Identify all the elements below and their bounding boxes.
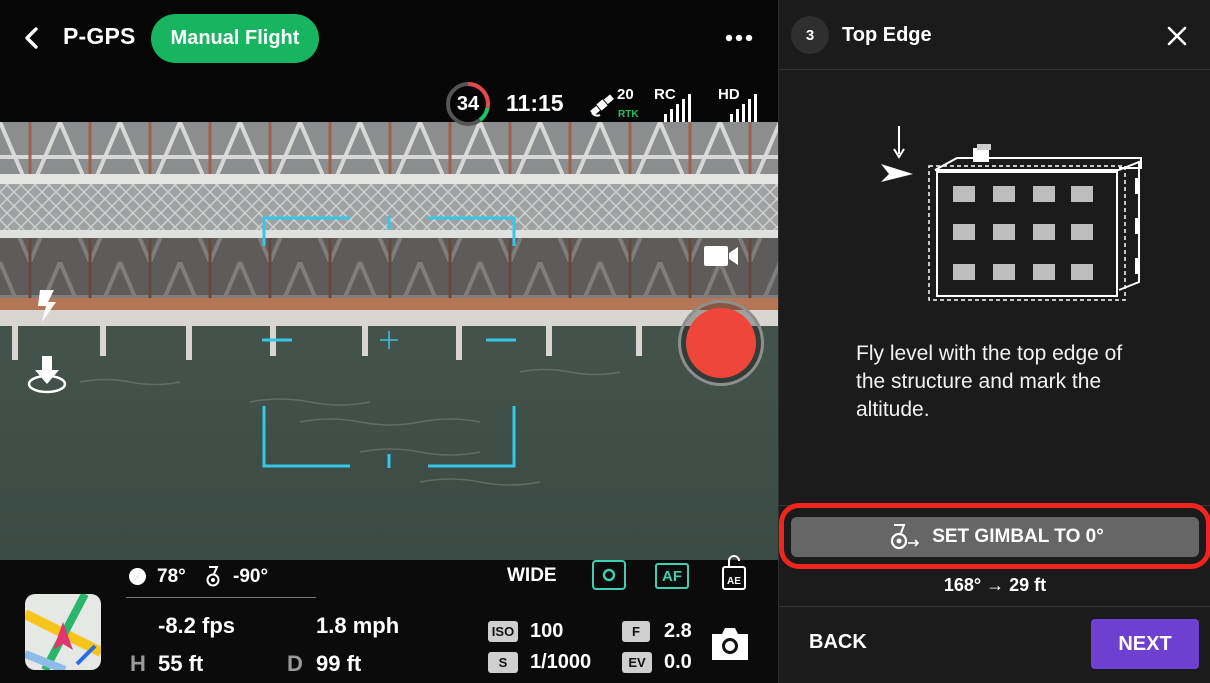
hd-signal-bars-icon	[730, 92, 757, 122]
gps-mode-label: P-GPS	[63, 23, 136, 49]
rtk-label: RTK	[618, 109, 639, 120]
back-chevron-icon[interactable]	[20, 24, 44, 52]
distance-label: D	[287, 651, 303, 676]
iso-chip: ISO	[488, 621, 518, 642]
height-label: H	[130, 651, 146, 676]
focus-frame-overlay	[262, 216, 516, 468]
satellite-count: 20	[617, 86, 634, 103]
ae-lock-label: AE	[727, 576, 741, 587]
set-gimbal-label: SET GIMBAL TO 0°	[932, 526, 1104, 547]
record-button[interactable]	[678, 300, 764, 386]
height-value: 55 ft	[158, 651, 204, 676]
aperture-value: 2.8	[664, 620, 692, 642]
ev-chip: EV	[622, 652, 652, 673]
flash-icon[interactable]	[32, 288, 60, 324]
next-button[interactable]: NEXT	[1091, 619, 1199, 669]
ae-lock-icon[interactable]: AE	[721, 555, 747, 591]
step-number-badge: 3	[791, 16, 829, 54]
landing-icon[interactable]	[24, 352, 70, 398]
video-mode-icon[interactable]	[702, 242, 740, 270]
inspection-step-panel: 3 Top Edge Fly level with the top edge o…	[778, 0, 1210, 683]
photo-mode-camera-icon[interactable]	[708, 624, 752, 664]
top-edge-illustration	[881, 126, 1142, 301]
set-gimbal-button[interactable]: SET GIMBAL TO 0°	[791, 517, 1199, 557]
battery-percentage: 34	[456, 92, 480, 115]
gimbal-pitch-value: -90°	[233, 566, 269, 587]
satellite-icon	[590, 94, 614, 117]
distance-value: 99 ft	[316, 651, 362, 676]
iso-value: 100	[530, 620, 564, 642]
shutter-chip: S	[488, 652, 518, 673]
autofocus-button[interactable]: AF	[655, 563, 689, 589]
flight-time: 11:15	[506, 90, 564, 116]
close-icon[interactable]	[1165, 24, 1189, 48]
ev-value: 0.0	[664, 651, 692, 673]
flight-mode-button[interactable]: Manual Flight	[151, 14, 319, 63]
shutter-value: 1/1000	[530, 651, 592, 673]
spot-meter-button[interactable]	[592, 560, 626, 590]
compass-heading-icon	[129, 568, 146, 585]
heading-altitude-reading: 168° → 29 ft	[943, 575, 1047, 595]
rc-signal-bars-icon	[664, 92, 691, 122]
aperture-chip: F	[622, 621, 650, 642]
gimbal-icon	[891, 524, 920, 550]
footer-divider	[779, 606, 1210, 607]
step-instructions: Fly level with the top edge of the struc…	[856, 342, 1123, 421]
gimbal-pitch-icon	[206, 566, 220, 587]
lens-selector[interactable]: WIDE	[507, 565, 557, 587]
back-button[interactable]: BACK	[809, 631, 867, 654]
horizontal-speed-value: 1.8 mph	[316, 613, 400, 638]
header-divider	[779, 69, 1210, 70]
camera-view: P-GPS Manual Flight 34 11:15 20 RTK RC H…	[0, 0, 778, 683]
minimap-thumbnail[interactable]	[25, 594, 101, 670]
telemetry-divider	[126, 597, 316, 598]
heading-value: 78°	[157, 566, 186, 587]
vertical-speed-value: -8.2 fps	[158, 613, 236, 638]
more-options-icon[interactable]	[722, 24, 756, 52]
focus-target-icon	[602, 568, 616, 582]
panel-title: Top Edge	[842, 24, 932, 46]
